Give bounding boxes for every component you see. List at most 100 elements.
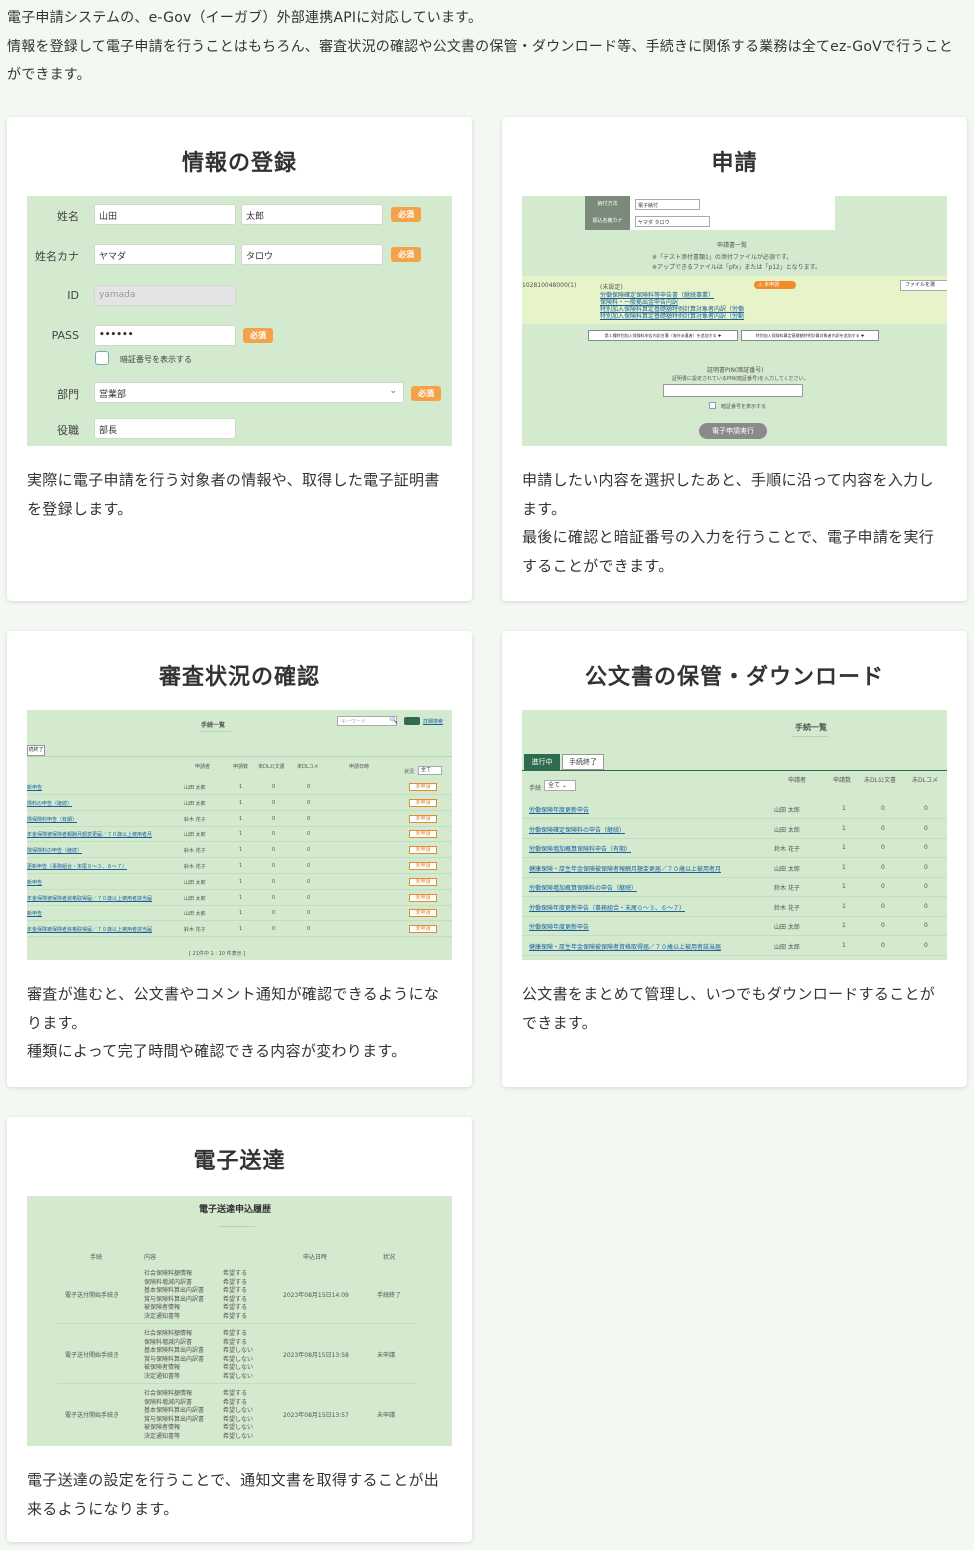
card-description: 電子送達の設定を行うことで、通知文書を取得することが出来るようになります。 [27,1471,440,1518]
tab-in-progress[interactable]: 進行中 [524,754,560,770]
card-title: 審査状況の確認 [158,665,320,690]
row-state: 手続終了 [377,1292,402,1299]
chevron-down-icon: ⌄ [389,386,397,396]
row-undl-docs: 0 [881,922,885,929]
row-undl-docs: 0 [272,815,276,822]
row-undl-comments: 0 [307,847,311,854]
row-applicant: 山田 太郎 [184,879,206,886]
row-divider [27,936,452,938]
card-description: 実際に電子申請を行う対象者の情報や、取得した電子証明書を登録します。 [27,471,440,518]
row-count: 1 [842,883,846,890]
row-procedure-link[interactable]: 労働保険年度更新申告 [529,922,589,931]
row-procedure-link[interactable]: 労働保険年度更新申告 [529,805,589,814]
row-undl-docs: 0 [272,847,276,854]
row-undl-comments: 0 [307,799,311,806]
add-button-1[interactable]: 第１種特別加入保険料申告内訳名簿（海外派遣者）を追加する ✚ [588,330,738,341]
method-select[interactable]: 電子納付 [635,199,700,210]
row-divider [522,954,947,956]
row-content-item: 決定通知書等 [144,1433,181,1440]
filter-select[interactable]: 全て ⌄ [544,780,576,791]
row-procedure-link[interactable]: 険料の申告（継続） [27,800,72,807]
search-input[interactable]: キーワード [337,716,397,726]
card-docs: 公文書の保管・ダウンロード 手続一覧 進行中 手続終了 手続 全て ⌄ 申請者 … [502,631,967,1087]
row-procedure-link[interactable]: 新申告 [27,879,42,886]
row-state-badge: 未申請 [409,862,437,870]
search-icon[interactable]: 🔍 [389,716,398,724]
required-badge: 必須 [391,207,421,222]
dept-select[interactable]: 営業部 ⌄ [94,382,404,403]
row-procedure-link[interactable]: 健康保険・厚生年金保険被保険者資格取得届／７０歳以上被用者該当届 [529,942,721,951]
row-divider [27,794,452,795]
row-procedure-link[interactable]: 年金保険被保険者資格取得届／７０歳以上被用者該当届 [27,926,152,933]
show-pin-checkbox[interactable] [709,402,716,409]
row-undl-comments: 0 [924,941,928,949]
row-count: 1 [842,863,846,871]
desc-line-2: 最後に確認と暗証番号の入力を行うことで、電子申請を実行することができます。 [522,528,935,575]
card-description: 公文書をまとめて管理し、いつでもダウンロードすることができます。 [522,985,936,1032]
row-procedure-link[interactable]: 労働保険増加概算保険料の申告（継続） [529,883,637,892]
screen-title: 手続一覧 [795,723,827,732]
status-screenshot: 手続一覧 キーワード 🔍 詳細検索 続終了 申請者 申請数 未DL公文書 未DL… [27,710,452,960]
payer-field[interactable]: ヤマダ タロウ [635,216,710,227]
add-button-2[interactable]: 特別加入保険料算定基礎額特例計算対象者内訳を追加する ✚ [741,330,879,341]
pin-field[interactable] [663,384,803,397]
row-count: 1 [239,831,243,838]
row-undl-docs: 0 [881,824,885,832]
id-field: yamada [94,285,236,306]
col-undl-docs: 未DL公文書 [864,777,896,784]
row-count: 1 [239,847,243,854]
row-procedure-link[interactable]: 年金保険被保険者報酬月額変更届／７０歳以上被用者月 [27,831,152,838]
first-kana-field[interactable]: タロウ [241,244,383,265]
last-name-field[interactable]: 山田 [94,204,236,225]
row-count: 1 [842,805,846,812]
col-undl-comments: 未DLコメ [912,777,938,784]
row-divider [522,857,947,858]
row-procedure-link[interactable]: 労働保険確定保険料の申告（継続） [529,825,625,834]
row-divider [27,873,452,874]
desc-line-2: 種類によって完了時間や確認できる内容が変わります。 [27,1042,407,1060]
intro-text: 電子申請システムの、e-Gov（イーガブ）外部連携APIに対応しています。 情報… [7,4,967,90]
row-procedure-link[interactable]: 更新申告（事務組合・末尾０～３、６～７） [27,863,127,870]
row-procedure-link[interactable]: 労働保険増加概算保険料申告（有期） [529,844,631,853]
search-button[interactable] [404,717,420,725]
card-description: 申請したい内容を選択したあと、手順に沿って内容を入力します。 最後に確認と暗証番… [522,466,947,580]
pass-field[interactable]: •••••• [94,325,236,346]
advanced-search-link[interactable]: 詳細検索 [423,718,443,725]
execute-button[interactable]: 電子申請実行 [699,423,767,439]
tab-finished[interactable]: 手続終了 [562,754,604,770]
col-applicant: 申請者 [788,777,807,784]
row-procedure-link[interactable]: 年金保険被保険者資格取得届／７０歳以上被用者該当届 [27,895,152,902]
row-procedure-link[interactable]: 労働保険年度更新申告（事務組合・末尾０～３、６～７） [529,903,685,912]
first-name-field[interactable]: 太郎 [241,204,383,225]
file-select-button[interactable]: ファイルを選 [900,280,947,291]
row-undl-comments: 0 [924,883,928,890]
row-state: 未申請 [377,1352,396,1359]
row-procedure-link[interactable]: 険保険料の申告（継続） [27,847,82,854]
row-undl-docs: 0 [881,844,885,851]
row-count: 1 [239,784,243,790]
kana-label: 姓名カナ [35,250,79,263]
row-state-badge: 未申請 [409,830,437,839]
col-count: 申請数 [833,777,852,784]
row-procedure-link[interactable]: 新申告 [27,910,42,917]
row-procedure-link[interactable]: 新申告 [27,784,42,791]
row-applicant: 鈴木 花子 [184,848,206,855]
role-field[interactable]: 部長 [94,418,236,439]
row-undl-docs: 0 [272,894,276,901]
state-filter[interactable]: 全て [418,766,442,775]
apply-item[interactable]: 特別加入保険料算定基礎額特例計算対象者内訳（労動 [600,311,744,320]
title-underline [199,731,231,732]
row-count: 1 [842,902,846,910]
row-applicant: 山田 太郎 [184,911,206,918]
row-count: 1 [842,941,846,949]
tab-finished[interactable]: 続終了 [27,745,45,756]
row-content-item: 決定通知書等 [144,1313,181,1320]
row-procedure-link[interactable]: 険保険料申告（有期） [27,816,77,823]
show-pass-checkbox[interactable] [95,351,109,365]
row-procedure-link[interactable]: 健康保険・厚生年金保険被保険者報酬月額変更届／７０歳以上被用者月 [529,864,721,873]
last-kana-field[interactable]: ヤマダ [94,244,236,265]
dept-value: 営業部 [99,390,127,400]
row-undl-docs: 0 [881,863,885,871]
filter-value: 全て [548,782,561,789]
desc-line-1: 審査が進むと、公文書やコメント通知が確認できるようになります。 [27,985,440,1032]
